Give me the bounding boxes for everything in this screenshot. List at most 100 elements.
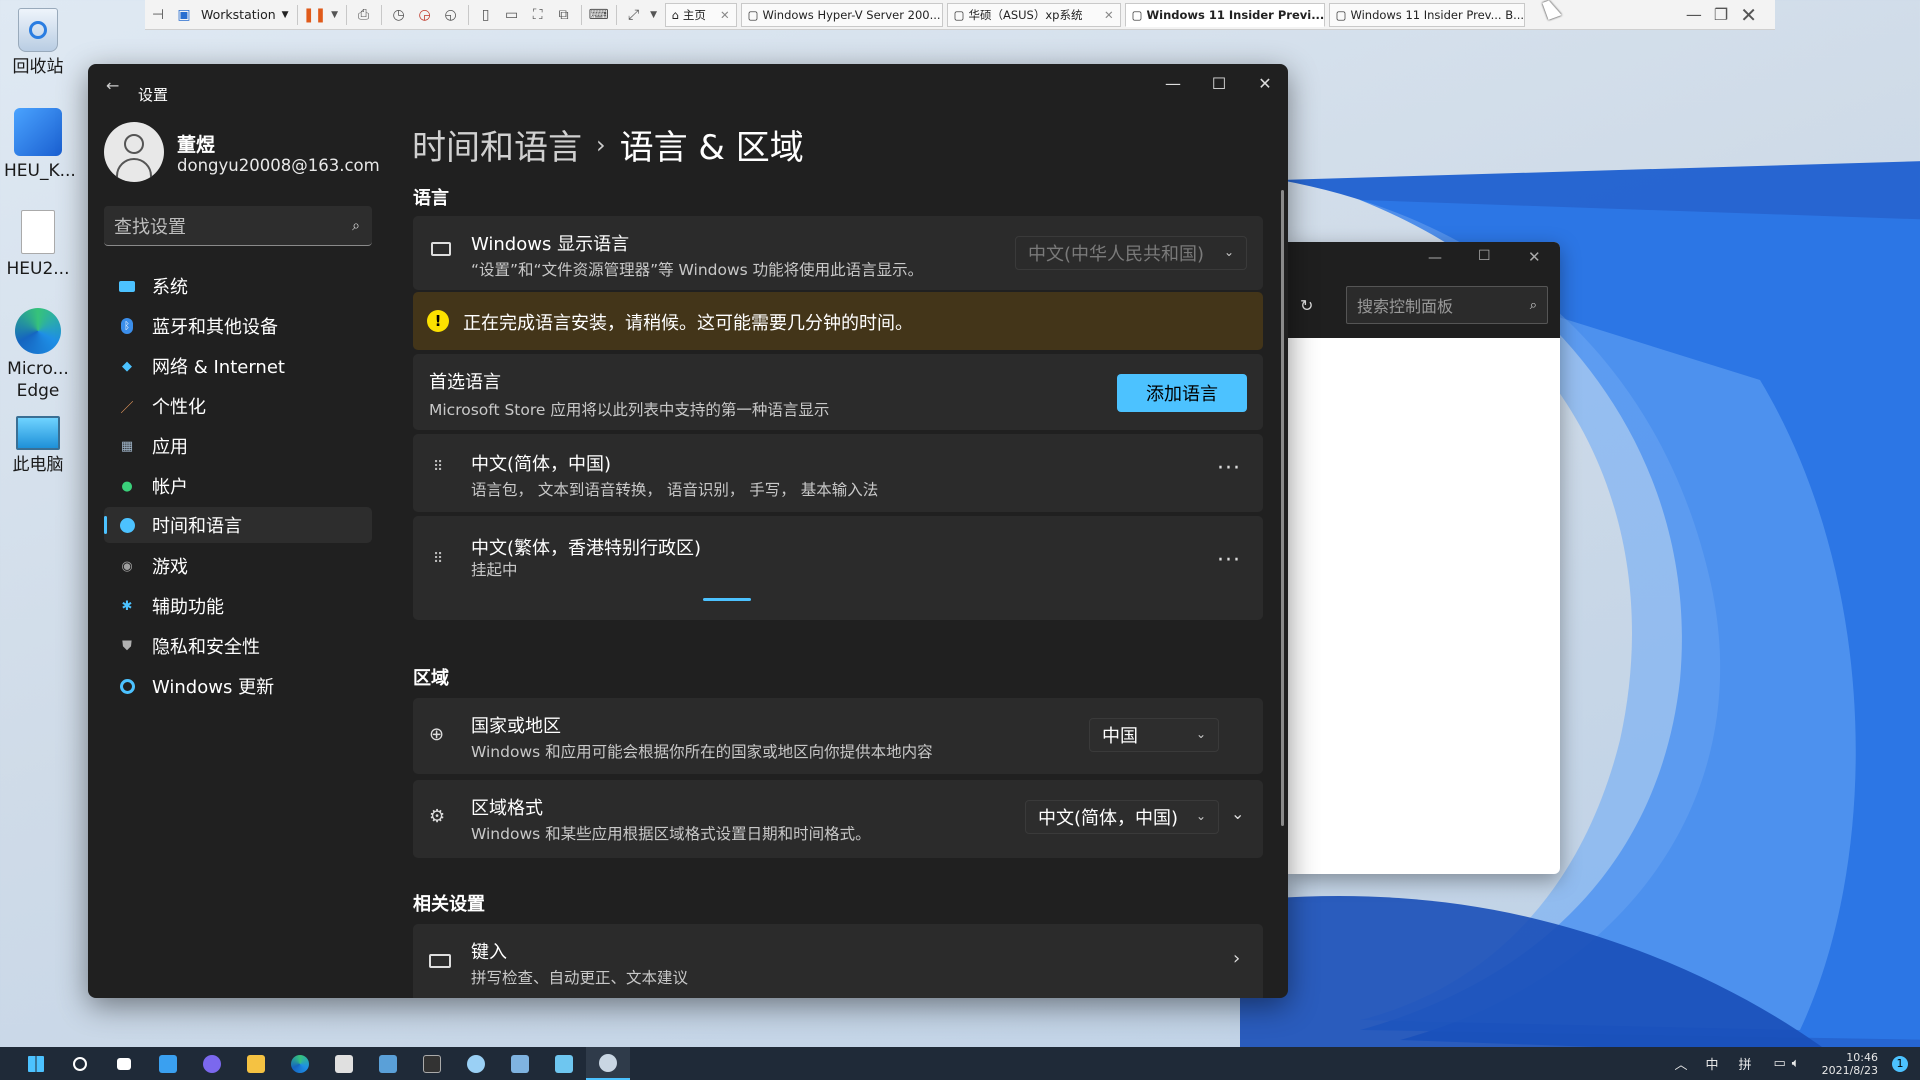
breadcrumb-parent[interactable]: 时间和语言 [412,120,582,169]
desktop-icon-document[interactable]: HEU2... [4,210,72,280]
drag-handle-icon[interactable]: ⠿ [433,460,443,482]
console-icon[interactable]: ⌨ [586,3,612,27]
fullscreen-icon[interactable]: ⛶ [525,3,551,27]
workstation-menu[interactable]: Workstation ▼ [197,7,293,22]
control-panel-search[interactable]: 搜索控制面板 ⌕ [1346,286,1548,324]
more-options-icon[interactable]: ··· [1217,456,1241,481]
volume-icon[interactable]: 🔈︎ [1792,1056,1800,1071]
file-explorer-button[interactable] [234,1047,278,1080]
terminal-button[interactable] [410,1047,454,1080]
language-item[interactable]: ⠿ 中文(简体，中国) 语言包， 文本到语音转换， 语音识别， 手写， 基本输入… [413,434,1263,512]
refresh-icon[interactable]: ↻ [1300,296,1313,315]
edge-button[interactable] [278,1047,322,1080]
unity-icon[interactable]: ⧉ [551,3,577,27]
stretch-icon[interactable]: ⤢ [621,3,647,27]
widgets-button[interactable] [146,1047,190,1080]
monitor-app-button[interactable] [542,1047,586,1080]
sidebar-toggle-icon[interactable]: ▯ [473,3,499,27]
snapshot-manager-icon[interactable]: ◵ [438,3,464,27]
minimize-button[interactable]: — [1150,68,1196,98]
sidebar-item-system[interactable]: 系统 [104,268,372,304]
sidebar-item-accounts[interactable]: ● 帐户 [104,468,372,504]
tab-vm[interactable]: ▢ Windows 11 Insider Prev... B... ✕ [1328,2,1525,27]
sidebar-item-label: 个性化 [152,397,206,418]
scrollbar[interactable] [1281,190,1284,826]
pin-icon[interactable]: ⊣ [145,3,171,27]
sidebar-item-label: Windows 更新 [152,677,275,698]
search-placeholder: 搜索控制面板 [1357,297,1454,316]
settings-app-button[interactable] [586,1047,630,1080]
close-icon: ✕ [1258,73,1272,93]
chevron-down-icon[interactable]: ▼ [328,3,342,27]
language-item[interactable]: ⠿ 中文(繁体，香港特别行政区) 挂起中 ··· [413,516,1263,620]
regional-format-card[interactable]: ⚙ 区域格式 Windows 和某些应用根据区域格式设置日期和时间格式。 中文(… [413,780,1263,858]
sidebar-item-network[interactable]: ◆ 网络 & Internet [104,348,372,384]
revert-snapshot-icon[interactable]: ◶ [412,3,438,27]
desktop-icon-recycle-bin[interactable]: 回收站 [4,8,72,78]
gamepad-icon: ◉ [121,558,133,574]
minimize-icon[interactable]: — [1428,250,1442,266]
sidebar-item-apps[interactable]: ▦ 应用 [104,428,372,464]
chevron-down-icon[interactable]: ▼ [647,3,661,27]
maximize-icon[interactable]: ☐ [1478,248,1491,264]
pause-icon[interactable]: ❚❚ [302,3,328,27]
restore-icon[interactable]: ❐ [1714,5,1728,24]
desktop-icon-installer[interactable]: HEU_K... [4,108,76,182]
close-icon[interactable]: ✕ [941,8,942,22]
desktop-icon-computer[interactable]: 此电脑 [4,416,72,476]
tab-vm[interactable]: ▢ Windows Hyper-V Server 200... ✕ [740,2,943,27]
tab-home[interactable]: ⌂ 主页 ✕ [664,2,737,27]
thumbnail-bar-icon[interactable]: ▭ [499,3,525,27]
gear-app-button[interactable] [454,1047,498,1080]
expand-chevron-icon[interactable]: ⌄ [1231,804,1244,823]
add-language-button[interactable]: 添加语言 [1117,374,1247,412]
send-keys-icon[interactable]: ⎙ [351,3,377,27]
control-panel-button[interactable] [366,1047,410,1080]
tab-vm-active[interactable]: ▢ Windows 11 Insider Previ... ✕ [1124,2,1325,27]
vm-library-icon[interactable]: ▣ [171,3,197,27]
more-options-icon[interactable]: ··· [1217,548,1241,573]
maximize-button[interactable]: ☐ [1196,68,1242,98]
typing-card[interactable]: 键入 拼写检查、自动更正、文本建议 › [413,924,1263,998]
close-icon[interactable]: ✕ [714,8,730,22]
country-dropdown[interactable]: 中国 ⌄ [1089,718,1219,752]
sidebar-item-bluetooth[interactable]: ᛒ 蓝牙和其他设备 [104,308,372,344]
tab-label: 主页 [682,7,706,22]
regional-format-dropdown[interactable]: 中文(简体，中国) ⌄ [1025,800,1219,834]
widgets-icon [159,1054,177,1073]
settings-search-input[interactable]: 查找设置 ⌕ [104,206,372,246]
clock[interactable]: 10:46 2021/8/23 [1822,1051,1878,1077]
start-button[interactable] [14,1047,58,1080]
sidebar-item-accessibility[interactable]: ✱ 辅助功能 [104,588,372,624]
chat-button[interactable] [190,1047,234,1080]
sidebar-item-gaming[interactable]: ◉ 游戏 [104,548,372,584]
close-icon[interactable]: ✕ [1098,8,1114,22]
drag-handle-icon[interactable]: ⠿ [433,552,443,574]
network-icon[interactable]: ▭ [1773,1056,1785,1071]
display-language-dropdown[interactable]: 中文(中华人民共和国) ⌄ [1015,236,1247,270]
avatar[interactable] [104,122,164,182]
sidebar-item-privacy[interactable]: ⛊ 隐私和安全性 [104,628,372,664]
minimize-icon[interactable]: — [1686,5,1702,24]
store-button[interactable] [322,1047,366,1080]
tab-vm[interactable]: ▢ 华硕（ASUS）xp系统 ✕ [946,2,1121,27]
snapshot-icon[interactable]: ◷ [386,3,412,27]
back-arrow-icon[interactable]: ← [106,76,119,95]
notification-badge[interactable]: 1 [1892,1055,1908,1072]
ime-mode[interactable]: 拼 [1738,1054,1751,1073]
search-button[interactable] [58,1047,102,1080]
close-button[interactable]: ✕ [1242,68,1288,98]
close-icon[interactable]: ✕ [1524,8,1525,22]
sidebar-item-personalization[interactable]: ／ 个性化 [104,388,372,424]
sidebar-item-windows-update[interactable]: Windows 更新 [104,668,372,704]
close-icon[interactable]: ✕ [1740,3,1757,27]
task-view-button[interactable] [102,1047,146,1080]
language-detail: 语言包， 文本到语音转换， 语音识别， 手写， 基本输入法 [471,481,879,499]
close-icon[interactable]: ✕ [1528,248,1541,266]
search-icon: ⌕ [1529,297,1537,313]
ime-indicator[interactable]: 中 [1705,1054,1718,1073]
chevron-up-icon[interactable]: ︿ [1674,1054,1687,1073]
sidebar-item-time-language[interactable]: 时间和语言 [104,507,372,543]
desktop-icon-edge[interactable]: Micro... Edge [4,308,72,402]
network-app-button[interactable] [498,1047,542,1080]
